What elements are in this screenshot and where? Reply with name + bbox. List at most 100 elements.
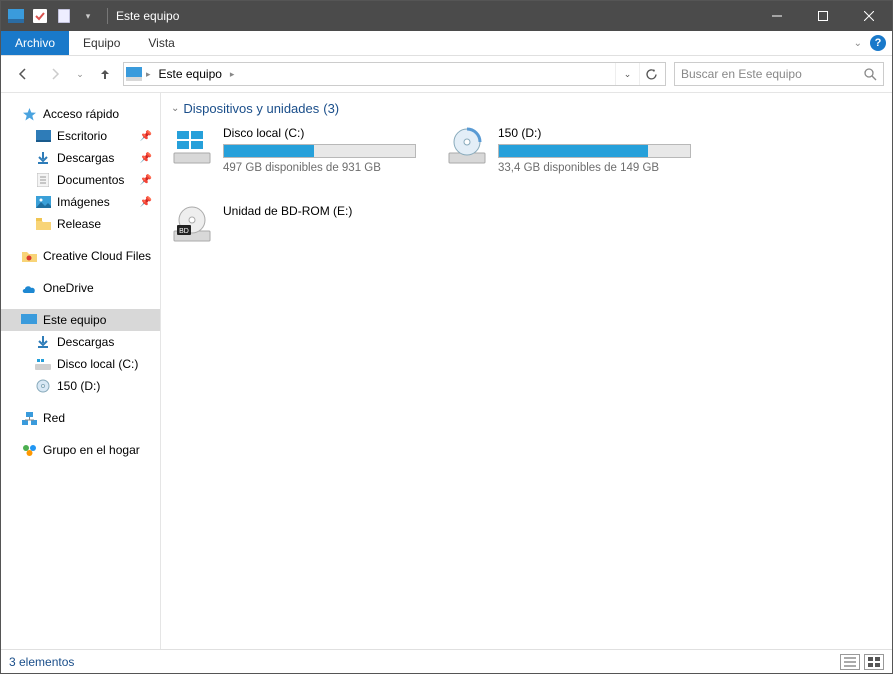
sidebar-item-label: Creative Cloud Files: [43, 249, 151, 263]
up-button[interactable]: [91, 60, 119, 88]
star-icon: [21, 106, 37, 122]
sidebar-local-disk-c[interactable]: Disco local (C:): [1, 353, 160, 375]
view-details-button[interactable]: [840, 654, 860, 670]
title-bar: ▾ Este equipo: [1, 1, 892, 31]
refresh-button[interactable]: [639, 63, 663, 85]
homegroup-icon: [21, 442, 37, 458]
drive-icon: [35, 356, 51, 372]
qat-dropdown-icon[interactable]: ▾: [77, 5, 99, 27]
breadcrumb-sep-icon[interactable]: ▸: [146, 69, 151, 80]
sidebar-documents[interactable]: Documentos 📌: [1, 169, 160, 191]
sidebar-downloads[interactable]: Descargas 📌: [1, 147, 160, 169]
sidebar-item-label: Escritorio: [57, 129, 107, 143]
sidebar-network[interactable]: Red: [1, 407, 160, 429]
qat-properties-icon[interactable]: [29, 5, 51, 27]
minimize-button[interactable]: [754, 1, 800, 31]
download-icon: [35, 150, 51, 166]
pictures-icon: [35, 194, 51, 210]
back-button[interactable]: [9, 60, 37, 88]
drive-name: Disco local (C:): [223, 126, 416, 140]
tab-view[interactable]: Vista: [134, 31, 188, 55]
forward-button[interactable]: [41, 60, 69, 88]
status-count: 3 elementos: [9, 655, 74, 669]
sidebar-homegroup[interactable]: Grupo en el hogar: [1, 439, 160, 461]
navigation-bar: ⌄ ▸ Este equipo ▸ ⌄ Buscar en Este equip…: [1, 56, 892, 92]
sidebar-item-label: Imágenes: [57, 195, 110, 209]
navigation-pane: Acceso rápido Escritorio 📌 Descargas 📌 D…: [1, 93, 161, 649]
tab-file[interactable]: Archivo: [1, 31, 69, 55]
close-button[interactable]: [846, 1, 892, 31]
sidebar-item-label: Descargas: [57, 151, 114, 165]
pin-icon: 📌: [140, 197, 152, 208]
search-icon: [863, 67, 877, 81]
sidebar-item-label: Release: [57, 217, 101, 231]
folder-icon: [35, 216, 51, 232]
sidebar-release[interactable]: Release: [1, 213, 160, 235]
content-pane: ⌄ Dispositivos y unidades (3) Disco loca…: [161, 93, 892, 649]
svg-text:BD: BD: [179, 228, 189, 235]
help-icon[interactable]: ?: [870, 35, 886, 51]
creative-cloud-icon: [21, 248, 37, 264]
status-bar: 3 elementos: [1, 649, 892, 673]
drive-name: 150 (D:): [498, 126, 691, 140]
sidebar-this-pc-downloads[interactable]: Descargas: [1, 331, 160, 353]
drive-status: 33,4 GB disponibles de 149 GB: [498, 162, 691, 174]
drive-item[interactable]: 150 (D:) 33,4 GB disponibles de 149 GB: [446, 126, 691, 174]
drive-icon: BD: [171, 204, 213, 246]
app-icon[interactable]: [5, 5, 27, 27]
this-pc-icon: [21, 312, 37, 328]
window-title: Este equipo: [116, 9, 179, 23]
sidebar-desktop[interactable]: Escritorio 📌: [1, 125, 160, 147]
drive-item[interactable]: Disco local (C:) 497 GB disponibles de 93…: [171, 126, 416, 174]
sidebar-disk-d[interactable]: 150 (D:): [1, 375, 160, 397]
sidebar-item-label: Acceso rápido: [43, 107, 119, 121]
sidebar-item-label: Descargas: [57, 335, 114, 349]
breadcrumb-sep-icon[interactable]: ▸: [230, 69, 235, 80]
qat-new-icon[interactable]: [53, 5, 75, 27]
ribbon-expand-icon[interactable]: ⌄: [854, 38, 862, 49]
sidebar-pictures[interactable]: Imágenes 📌: [1, 191, 160, 213]
network-icon: [21, 410, 37, 426]
sidebar-this-pc[interactable]: Este equipo: [1, 309, 160, 331]
this-pc-icon: [126, 66, 142, 82]
recent-dropdown[interactable]: ⌄: [73, 60, 87, 88]
quick-access-toolbar: ▾: [1, 5, 103, 27]
section-title: Dispositivos y unidades: [183, 101, 319, 116]
drive-status: 497 GB disponibles de 931 GB: [223, 162, 416, 174]
download-icon: [35, 334, 51, 350]
tab-computer[interactable]: Equipo: [69, 31, 134, 55]
section-count: (3): [323, 101, 339, 116]
drive-icon: [171, 126, 213, 168]
pin-icon: 📌: [140, 153, 152, 164]
sidebar-item-label: Este equipo: [43, 313, 106, 327]
drive-name: Unidad de BD-ROM (E:): [223, 204, 416, 218]
sidebar-quick-access[interactable]: Acceso rápido: [1, 103, 160, 125]
desktop-icon: [35, 128, 51, 144]
sidebar-creative-cloud[interactable]: Creative Cloud Files: [1, 245, 160, 267]
chevron-down-icon: ⌄: [171, 103, 179, 114]
sidebar-item-label: Grupo en el hogar: [43, 443, 140, 457]
sidebar-item-label: Documentos: [57, 173, 124, 187]
drive-item[interactable]: BD Unidad de BD-ROM (E:): [171, 204, 416, 246]
cloud-icon: [21, 280, 37, 296]
document-icon: [35, 172, 51, 188]
drive-icon: [446, 126, 488, 168]
view-tiles-button[interactable]: [864, 654, 884, 670]
section-header-devices[interactable]: ⌄ Dispositivos y unidades (3): [171, 101, 882, 116]
storage-bar: [223, 144, 416, 158]
disc-icon: [35, 378, 51, 394]
search-box[interactable]: Buscar en Este equipo: [674, 62, 884, 86]
breadcrumb-this-pc[interactable]: Este equipo: [155, 65, 226, 83]
sidebar-item-label: 150 (D:): [57, 379, 100, 393]
sidebar-item-label: Red: [43, 411, 65, 425]
sidebar-item-label: Disco local (C:): [57, 357, 138, 371]
ribbon-tabs: Archivo Equipo Vista ⌄ ?: [1, 31, 892, 56]
pin-icon: 📌: [140, 175, 152, 186]
address-dropdown-icon[interactable]: ⌄: [615, 63, 639, 85]
pin-icon: 📌: [140, 131, 152, 142]
address-bar[interactable]: ▸ Este equipo ▸ ⌄: [123, 62, 666, 86]
sidebar-onedrive[interactable]: OneDrive: [1, 277, 160, 299]
search-placeholder: Buscar en Este equipo: [681, 67, 802, 81]
storage-bar: [498, 144, 691, 158]
maximize-button[interactable]: [800, 1, 846, 31]
